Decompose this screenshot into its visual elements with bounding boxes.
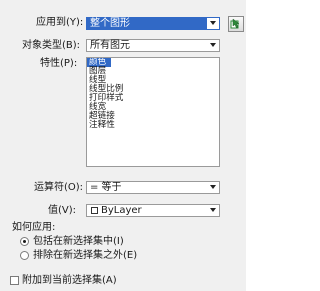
list-item[interactable]: 图层 [87, 67, 219, 76]
apply-to-label: 应用到(Y): [36, 17, 84, 28]
operator-value: = 等于 [90, 182, 122, 193]
exclude-radio-label[interactable]: 排除在新选择集之外(E) [33, 250, 137, 262]
append-checkbox-label[interactable]: 附加到当前选择集(A) [22, 275, 117, 287]
exclude-radio[interactable] [20, 251, 29, 260]
object-type-label: 对象类型(B): [22, 40, 81, 51]
properties-list[interactable]: 颜色 图层 线型 线型比例 打印样式 线宽 超链接 注释性 [86, 57, 220, 167]
value-text: ByLayer [101, 205, 142, 216]
object-type-select[interactable]: 所有图元 [86, 39, 220, 52]
window-edge [246, 0, 256, 291]
quick-select-dialog: 应用到(Y): 整个图形 对象类型(B): 所有图元 特性(P): 颜色 图层 … [0, 0, 246, 291]
color-swatch [91, 207, 98, 214]
select-objects-button[interactable] [228, 16, 244, 32]
how-to-apply-label: 如何应用: [12, 222, 56, 233]
operator-select[interactable]: = 等于 [86, 181, 220, 194]
list-item[interactable]: 注释性 [87, 121, 219, 130]
apply-to-select[interactable]: 整个图形 [86, 17, 220, 30]
value-label: 值(V): [48, 205, 77, 216]
select-objects-icon [230, 18, 240, 29]
chevron-down-icon [210, 43, 216, 47]
properties-label: 特性(P): [40, 58, 78, 69]
chevron-down-icon [210, 21, 216, 25]
chevron-down-icon [210, 185, 216, 189]
operator-label: 运算符(O): [34, 182, 84, 193]
append-checkbox[interactable] [10, 276, 19, 285]
include-radio[interactable] [20, 237, 29, 246]
include-radio-label[interactable]: 包括在新选择集中(I) [33, 236, 124, 248]
object-type-value: 所有图元 [90, 40, 130, 51]
list-item[interactable]: 打印样式 [87, 94, 219, 103]
value-select[interactable]: ByLayer [86, 204, 220, 217]
apply-to-value: 整个图形 [90, 18, 130, 29]
chevron-down-icon [210, 208, 216, 212]
